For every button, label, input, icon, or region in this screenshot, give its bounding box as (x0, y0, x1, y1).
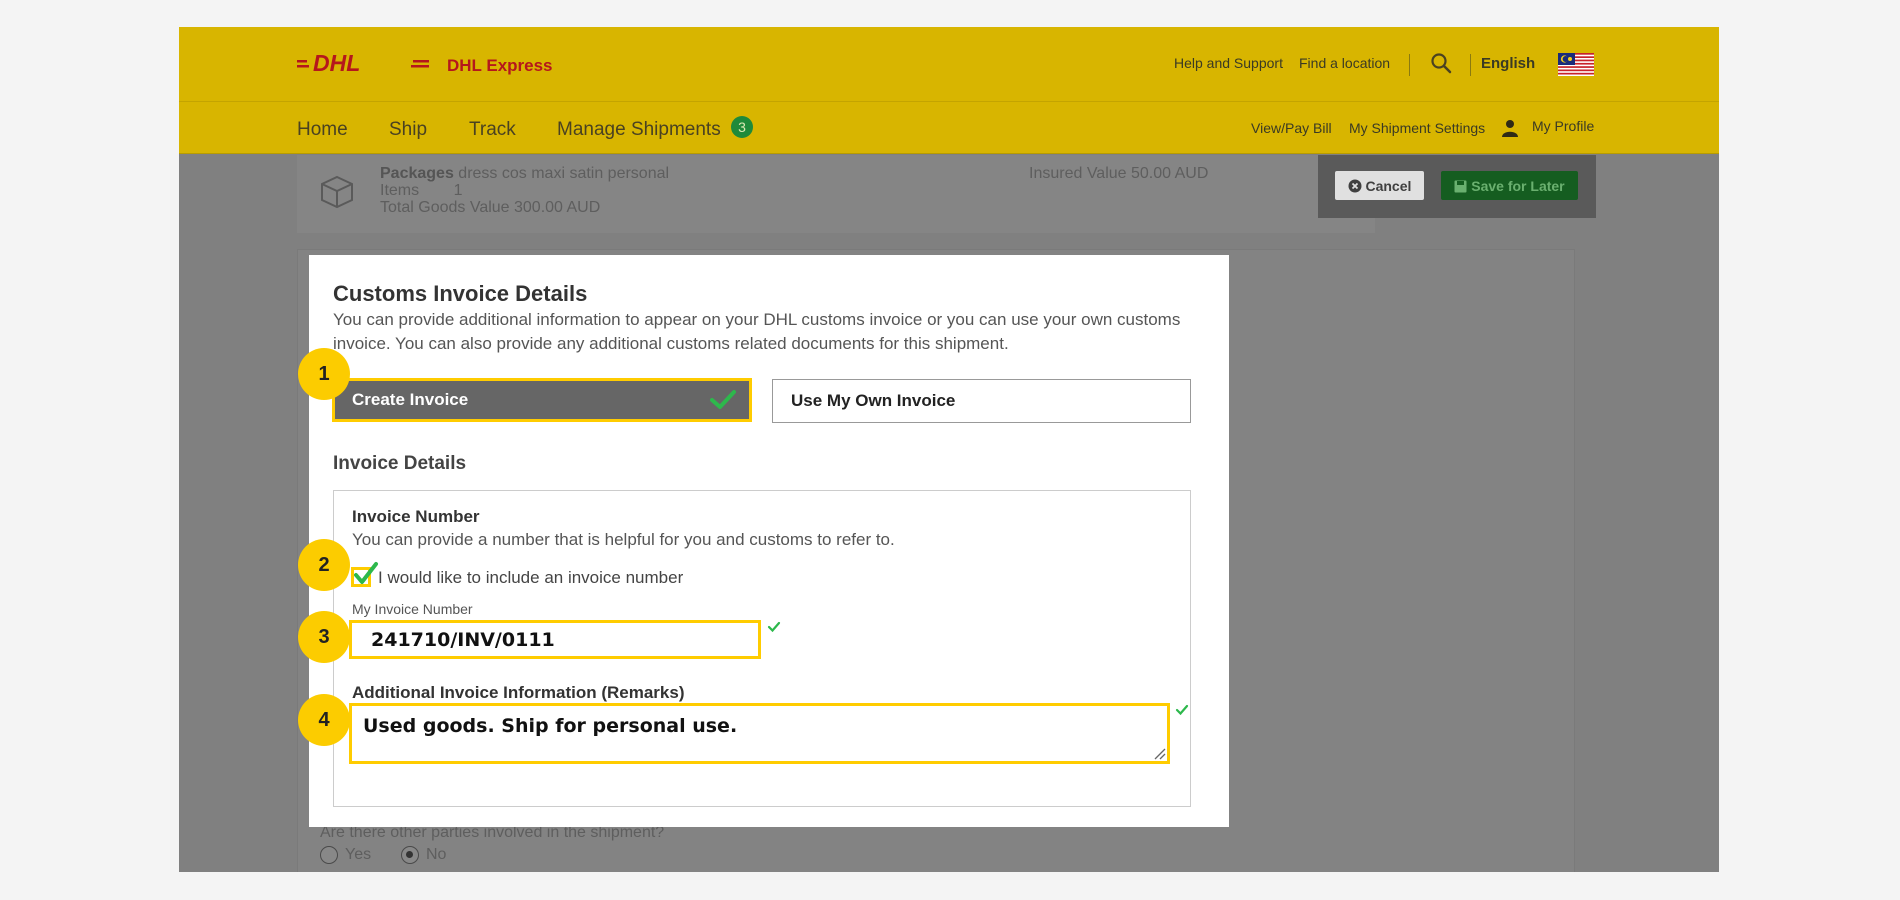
modal-description: You can provide additional information t… (333, 310, 1181, 353)
parties-yes-radio[interactable] (320, 846, 338, 864)
checkmark-icon (710, 390, 736, 409)
step-marker-3: 3 (298, 611, 350, 663)
nav-track[interactable]: Track (469, 119, 516, 141)
create-invoice-tab[interactable]: Create Invoice (332, 378, 752, 422)
checkbox-check-icon (354, 562, 378, 584)
my-profile-link[interactable]: My Profile (1532, 118, 1594, 134)
parties-no-label: No (426, 846, 447, 863)
package-icon (321, 175, 353, 209)
notification-badge: 3 (731, 116, 753, 138)
malaysia-flag-icon[interactable] (1558, 53, 1594, 76)
user-icon[interactable] (1501, 119, 1519, 137)
my-invoice-number-label: My Invoice Number (352, 601, 473, 617)
insured-value: Insured Value 50.00 AUD (1029, 165, 1209, 182)
step-marker-4: 4 (298, 694, 350, 746)
packages-description: dress cos maxi satin personal (458, 165, 670, 182)
packages-label: Packages (380, 165, 454, 182)
cancel-label: Cancel (1365, 178, 1412, 195)
help-support-link[interactable]: Help and Support (1174, 55, 1283, 71)
divider (1409, 54, 1410, 76)
remarks-label: Additional Invoice Information (Remarks) (352, 683, 685, 702)
brand-name: DHL Express (447, 56, 553, 75)
step-marker-1: 1 (298, 348, 350, 400)
items-count: 1 (453, 182, 463, 199)
invoice-number-hint: You can provide a number that is helpful… (352, 530, 895, 549)
save-for-later-button[interactable]: Save for Later (1441, 171, 1578, 200)
items-label: Items (380, 182, 420, 199)
top-bar: DHL DHL Express Help and Support Find a … (179, 27, 1719, 102)
invoice-details-heading: Invoice Details (333, 453, 467, 474)
use-own-invoice-tab[interactable]: Use My Own Invoice (772, 379, 1191, 423)
resize-grip-icon[interactable] (1153, 747, 1166, 760)
packages-row: Packages dress cos maxi satin personal (380, 165, 669, 183)
save-label: Save for Later (1471, 178, 1565, 195)
dhl-logo[interactable]: DHL (297, 52, 429, 74)
language-selector[interactable]: English (1481, 55, 1535, 72)
valid-check-icon (767, 621, 781, 633)
nav-manage-shipments[interactable]: Manage Shipments (557, 119, 721, 141)
logo-text: DHL (313, 52, 360, 74)
invoice-number-input[interactable] (349, 620, 761, 659)
valid-check-icon (1175, 704, 1189, 716)
modal-title: Customs Invoice Details (333, 281, 588, 306)
include-invoice-number-checkbox[interactable] (351, 562, 378, 587)
include-invoice-number-label[interactable]: I would like to include an invoice numbe… (378, 568, 683, 588)
cancel-button[interactable]: Cancel (1335, 171, 1424, 200)
shipment-settings-link[interactable]: My Shipment Settings (1349, 120, 1485, 136)
find-location-link[interactable]: Find a location (1299, 55, 1390, 71)
total-goods-value: Total Goods Value 300.00 AUD (380, 199, 601, 216)
view-pay-bill-link[interactable]: View/Pay Bill (1251, 120, 1332, 136)
save-icon (1454, 180, 1467, 193)
nav-home[interactable]: Home (297, 119, 348, 141)
search-icon[interactable] (1430, 52, 1452, 74)
divider (1470, 54, 1471, 76)
step-marker-2: 2 (298, 539, 350, 591)
nav-ship[interactable]: Ship (389, 119, 427, 141)
create-invoice-label: Create Invoice (352, 390, 469, 409)
parties-yes-label: Yes (345, 846, 372, 863)
close-circle-icon (1348, 179, 1362, 193)
remarks-textarea[interactable]: Used goods. Ship for personal use. (349, 703, 1170, 764)
parties-no-radio[interactable] (401, 846, 419, 864)
items-row: Items 1 (380, 182, 462, 200)
invoice-number-title: Invoice Number (352, 507, 480, 526)
